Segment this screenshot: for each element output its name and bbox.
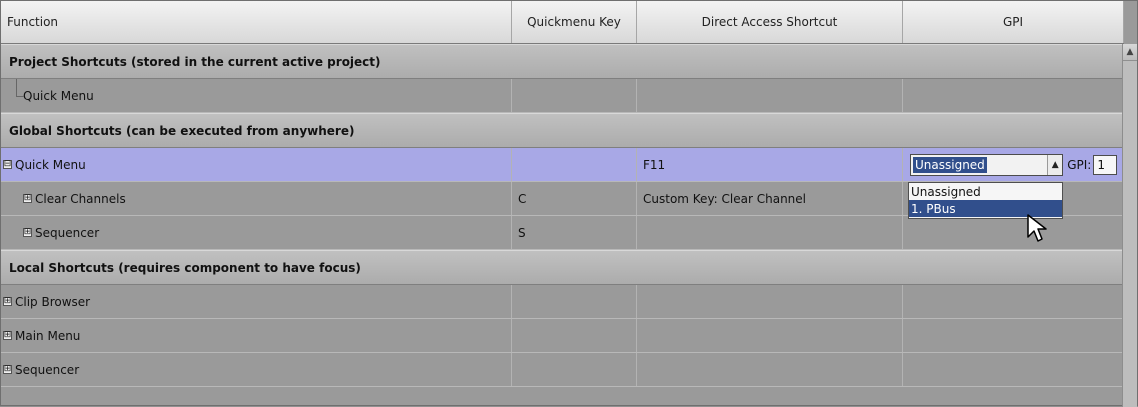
column-header-quickmenu-key[interactable]: Quickmenu Key xyxy=(512,1,637,43)
function-cell[interactable]: ⊞ Clip Browser xyxy=(1,285,512,318)
direct-access-shortcut-cell[interactable] xyxy=(637,285,903,318)
direct-access-shortcut-cell[interactable]: F11 xyxy=(637,148,903,181)
table-row-sequencer-local[interactable]: ⊞ Sequencer xyxy=(1,353,1124,387)
dropdown-arrow-icon[interactable]: ▲ xyxy=(1047,154,1063,175)
function-label: Sequencer xyxy=(15,362,80,377)
column-header-gpi[interactable]: GPI xyxy=(903,1,1124,43)
function-cell[interactable]: ⊟ Quick Menu xyxy=(1,148,512,181)
column-header-function[interactable]: Function xyxy=(1,1,512,43)
table-row-clip-browser[interactable]: ⊞ Clip Browser xyxy=(1,285,1124,319)
quickmenu-key-cell[interactable] xyxy=(512,148,637,181)
gpi-label: GPI: xyxy=(1067,157,1092,172)
function-cell[interactable]: Quick Menu xyxy=(1,79,512,112)
scroll-up-icon[interactable]: ▲ xyxy=(1123,44,1137,61)
function-cell[interactable]: ⊞ Clear Channels xyxy=(1,182,512,215)
direct-access-shortcut-cell[interactable] xyxy=(637,353,903,386)
gpi-cell[interactable]: Unassigned ▲ GPI: 1 xyxy=(903,148,1124,181)
function-label: Clip Browser xyxy=(15,294,91,309)
shortcut-grid-window: Function Quickmenu Key Direct Access Sho… xyxy=(0,0,1138,407)
expand-icon[interactable]: ⊞ xyxy=(3,365,12,374)
quickmenu-key-cell[interactable] xyxy=(512,319,637,352)
function-label: Quick Menu xyxy=(15,157,86,172)
mouse-pointer-icon xyxy=(1027,214,1047,242)
function-cell[interactable]: ⊞ Main Menu xyxy=(1,319,512,352)
direct-access-shortcut-cell[interactable] xyxy=(637,319,903,352)
tree-connector-icon xyxy=(16,79,24,97)
direct-access-shortcut-cell[interactable] xyxy=(637,216,903,249)
direct-access-shortcut-cell[interactable] xyxy=(637,79,903,112)
gpi-cell[interactable] xyxy=(903,319,1124,352)
direct-access-shortcut-cell[interactable]: Custom Key: Clear Channel xyxy=(637,182,903,215)
section-project-shortcuts: Project Shortcuts (stored in the current… xyxy=(1,44,1124,79)
quickmenu-key-cell[interactable] xyxy=(512,285,637,318)
function-label: Quick Menu xyxy=(23,88,94,103)
quickmenu-key-cell[interactable]: S xyxy=(512,216,637,249)
vertical-scrollbar[interactable]: ▲ xyxy=(1122,44,1137,407)
quickmenu-key-cell[interactable]: C xyxy=(512,182,637,215)
collapse-icon[interactable]: ⊟ xyxy=(3,160,12,169)
gpi-number-input[interactable]: 1 xyxy=(1093,154,1117,175)
section-local-shortcuts: Local Shortcuts (requires component to h… xyxy=(1,250,1124,285)
table-row-project-quick-menu[interactable]: Quick Menu xyxy=(1,79,1124,113)
section-global-shortcuts: Global Shortcuts (can be executed from a… xyxy=(1,113,1124,148)
gpi-editor[interactable]: Unassigned ▲ GPI: 1 xyxy=(910,153,1117,176)
expand-icon[interactable]: ⊞ xyxy=(3,331,12,340)
gpi-cell[interactable] xyxy=(903,285,1124,318)
function-label: Clear Channels xyxy=(35,191,126,206)
quickmenu-key-cell[interactable] xyxy=(512,79,637,112)
function-cell[interactable]: ⊞ Sequencer xyxy=(1,353,512,386)
gpi-cell[interactable] xyxy=(903,79,1124,112)
table-row-sequencer-global[interactable]: ⊞ Sequencer S xyxy=(1,216,1124,250)
gpi-cell[interactable] xyxy=(903,353,1124,386)
gpi-cell[interactable] xyxy=(903,216,1124,249)
function-cell[interactable]: ⊞ Sequencer xyxy=(1,216,512,249)
table-row-global-quick-menu[interactable]: ⊟ Quick Menu F11 Unassigned ▲ GPI: 1 xyxy=(1,148,1124,182)
grid-body: Project Shortcuts (stored in the current… xyxy=(1,44,1124,407)
expand-icon[interactable]: ⊞ xyxy=(3,297,12,306)
function-label: Main Menu xyxy=(15,328,81,343)
table-row-main-menu[interactable]: ⊞ Main Menu xyxy=(1,319,1124,353)
function-label: Sequencer xyxy=(35,225,100,240)
expand-icon[interactable]: ⊞ xyxy=(23,194,32,203)
quickmenu-key-cell[interactable] xyxy=(512,353,637,386)
gpi-combobox[interactable]: Unassigned ▲ xyxy=(910,153,1064,176)
dropdown-option-unassigned[interactable]: Unassigned xyxy=(909,183,1062,200)
grid-header: Function Quickmenu Key Direct Access Sho… xyxy=(1,1,1124,44)
gpi-selected-value[interactable]: Unassigned xyxy=(913,156,987,173)
column-header-direct-access-shortcut[interactable]: Direct Access Shortcut xyxy=(637,1,903,43)
expand-icon[interactable]: ⊞ xyxy=(23,228,32,237)
